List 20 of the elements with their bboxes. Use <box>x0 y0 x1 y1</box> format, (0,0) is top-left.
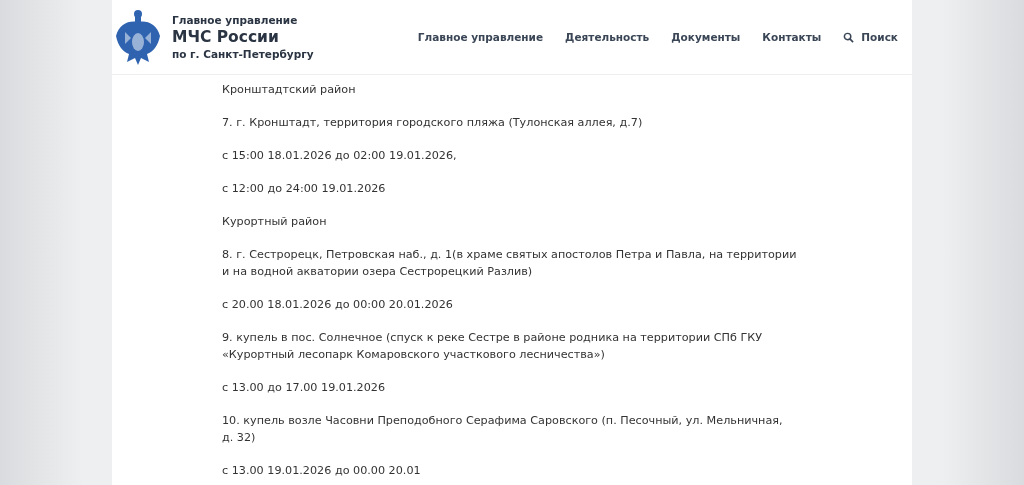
article-paragraph: с 12:00 до 24:00 19.01.2026 <box>222 181 387 197</box>
article-paragraph: 7. г. Кронштадт, территория городского пляжа (Тулонская аллея, д.7) <box>222 115 644 131</box>
article-paragraph: Курортный район <box>222 214 328 230</box>
article-paragraph: 9. купель в пос. Солнечное (спуск к реке Сестре в районе родника на территории СПб ГКУ «Курортный лесопарк Комаровского участкового лесничества») <box>222 330 764 363</box>
article-paragraph: с 15:00 18.01.2026 до 02:00 19.01.2026, <box>222 148 458 164</box>
article-paragraph: с 13.00 19.01.2026 до 00.00 20.01 <box>222 463 422 479</box>
nav-link[interactable]: Деятельность <box>565 31 650 43</box>
article-paragraph: с 20.00 18.01.2026 до 00:00 20.01.2026 <box>222 297 454 313</box>
org-region: по г. Санкт-Петербургу <box>172 48 314 60</box>
search-icon <box>843 31 855 43</box>
nav-link[interactable]: Документы <box>671 31 741 43</box>
nav-link[interactable]: Главное управление <box>417 31 544 43</box>
org-name[interactable]: МЧС России <box>172 28 314 46</box>
article-paragraph: Кронштадтский район <box>222 82 357 98</box>
nav-link[interactable]: Контакты <box>762 31 822 43</box>
search-link[interactable]: Поиск <box>843 31 898 43</box>
article-paragraph: с 13.00 до 17.00 19.01.2026 <box>222 380 387 396</box>
article-paragraph: 10. купель возле Часовни Преподобного Серафима Саровского (п. Песочный, ул. Мельничная, д. 32) <box>222 413 784 446</box>
org-subtitle: Главное управление <box>172 14 299 26</box>
article-paragraph: 8. г. Сестрорецк, Петровская наб., д. 1(в храме святых апостолов Петра и Павла, на территории и на водной акватории озера Сестрорецкий Разлив) <box>222 247 797 280</box>
